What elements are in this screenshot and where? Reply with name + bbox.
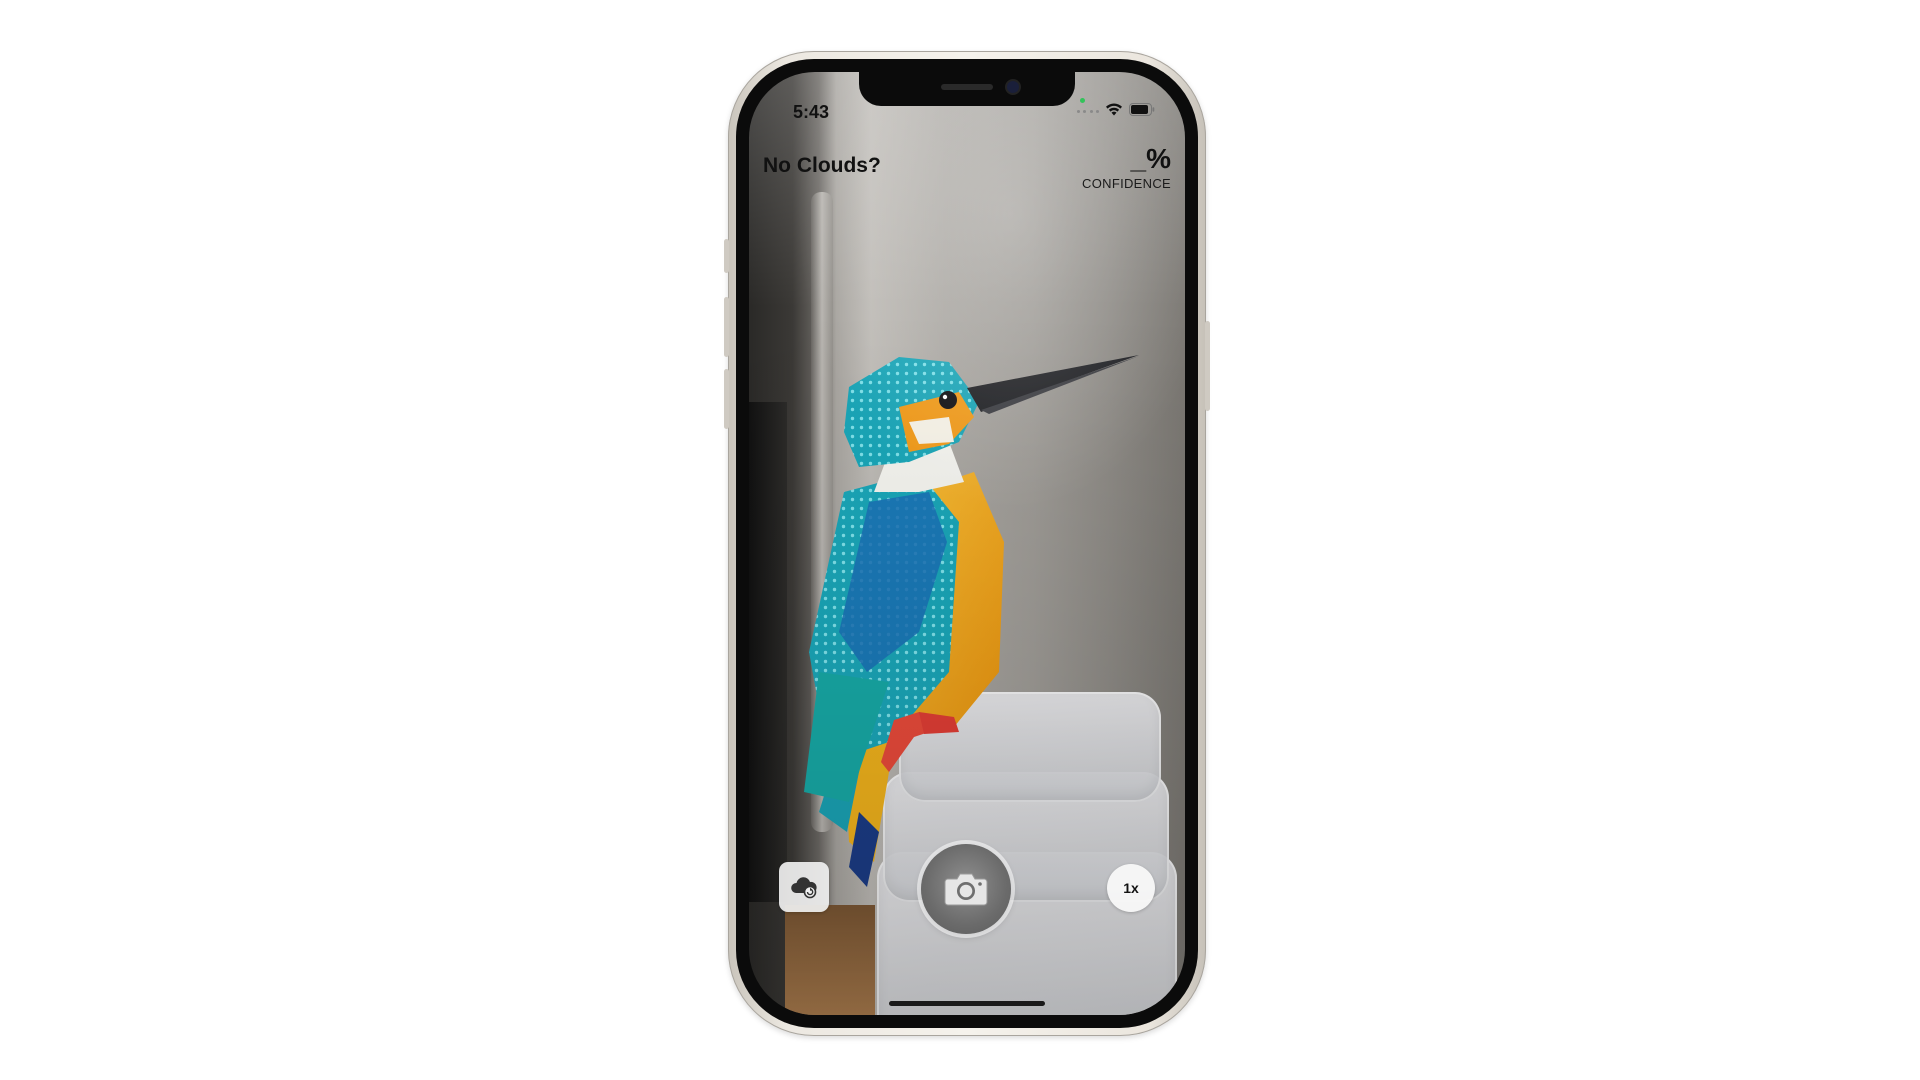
volume-down-button bbox=[724, 369, 729, 429]
shutter-button[interactable] bbox=[921, 844, 1011, 934]
cellular-dots-icon bbox=[1077, 107, 1099, 113]
confidence-value: _% bbox=[1130, 143, 1171, 174]
status-time: 5:43 bbox=[793, 102, 830, 122]
status-icons bbox=[1077, 103, 1155, 116]
power-button bbox=[1205, 321, 1210, 411]
phone-screen: 5:43 No Clouds? _% CONFIDENCE 1x bbox=[749, 72, 1185, 1015]
earpiece-speaker bbox=[941, 84, 993, 90]
camera-icon bbox=[944, 873, 988, 906]
home-indicator[interactable] bbox=[889, 1001, 1045, 1006]
volume-up-button bbox=[724, 297, 729, 357]
front-camera bbox=[1007, 81, 1019, 93]
iphone-device-frame: 5:43 No Clouds? _% CONFIDENCE 1x bbox=[724, 51, 1210, 1036]
confidence-label: CONFIDENCE bbox=[1082, 176, 1171, 191]
action-button bbox=[724, 239, 729, 273]
wifi-icon bbox=[1106, 103, 1122, 116]
battery-icon bbox=[1129, 103, 1155, 116]
result-title: No Clouds? bbox=[763, 154, 881, 177]
cloud-refresh-icon bbox=[791, 877, 817, 899]
notch bbox=[859, 72, 1075, 106]
zoom-button[interactable]: 1x bbox=[1107, 864, 1155, 912]
cloud-button[interactable] bbox=[779, 862, 829, 912]
